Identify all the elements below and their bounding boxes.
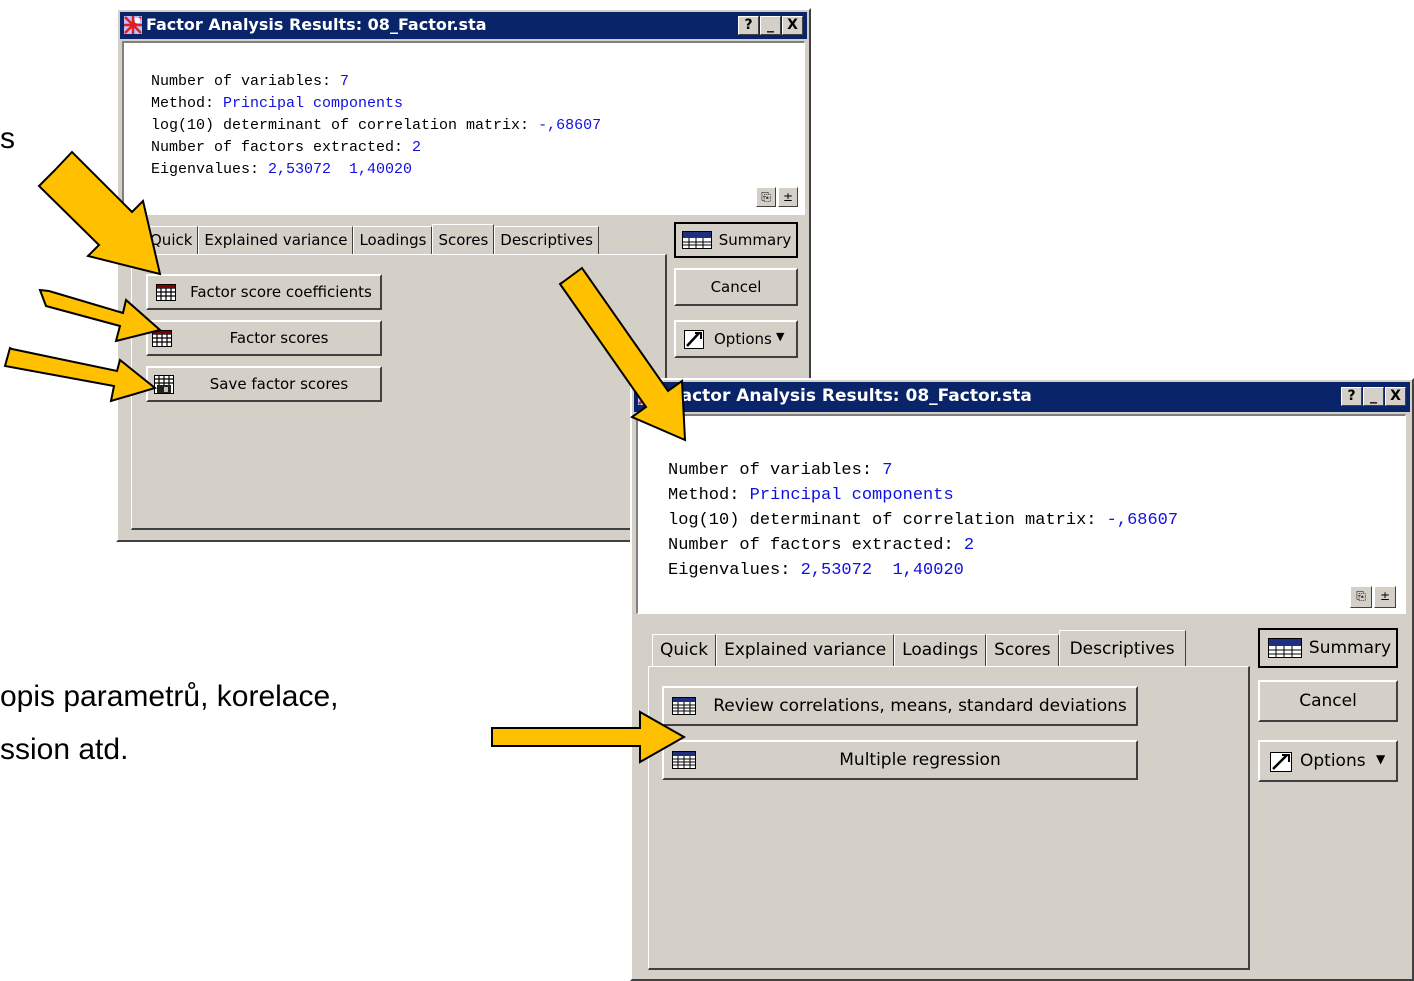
yellow-arrow (558, 266, 687, 442)
yellow-arrow (491, 710, 687, 764)
yellow-arrow (37, 150, 162, 276)
annotation-arrows-layer (3, 150, 687, 764)
yellow-arrow (38, 288, 163, 343)
yellow-arrow (3, 346, 158, 403)
